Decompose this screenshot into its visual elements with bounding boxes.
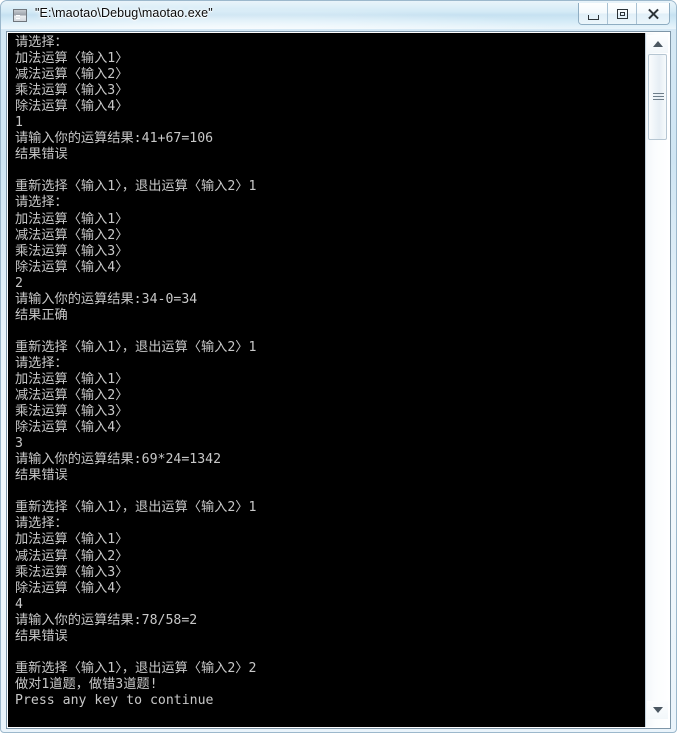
window-title: "E:\maotao\Debug\maotao.exe"	[35, 6, 213, 20]
console-client-area: 请选择： 加法运算〈输入1〉 减法运算〈输入2〉 乘法运算〈输入3〉 除法运算〈…	[6, 31, 671, 729]
maximize-icon	[608, 3, 636, 24]
minimize-icon	[579, 3, 607, 24]
scrollbar-track[interactable]	[647, 53, 668, 701]
close-button[interactable]	[637, 3, 669, 24]
maximize-button[interactable]	[608, 3, 637, 24]
title-bar[interactable]: "E:\maotao\Debug\maotao.exe"	[1, 1, 676, 29]
console-app-icon	[13, 9, 27, 22]
scrollbar-thumb[interactable]	[648, 54, 667, 140]
scroll-up-arrow-icon	[653, 41, 663, 47]
console-window: "E:\maotao\Debug\maotao.exe" 请选择： 加法运算〈输…	[0, 0, 677, 733]
console-output-text: 请选择： 加法运算〈输入1〉 减法运算〈输入2〉 乘法运算〈输入3〉 除法运算〈…	[15, 35, 257, 708]
console-output-surface[interactable]: 请选择： 加法运算〈输入1〉 减法运算〈输入2〉 乘法运算〈输入3〉 除法运算〈…	[8, 33, 646, 727]
caption-button-group	[578, 3, 670, 25]
vertical-scrollbar[interactable]	[645, 33, 669, 727]
close-icon	[637, 3, 669, 24]
minimize-button[interactable]	[579, 3, 608, 24]
scrollbar-grip-icon	[653, 93, 664, 100]
scroll-up-button[interactable]	[647, 35, 668, 53]
scroll-down-arrow-icon	[653, 707, 663, 713]
scroll-down-button[interactable]	[647, 701, 668, 719]
